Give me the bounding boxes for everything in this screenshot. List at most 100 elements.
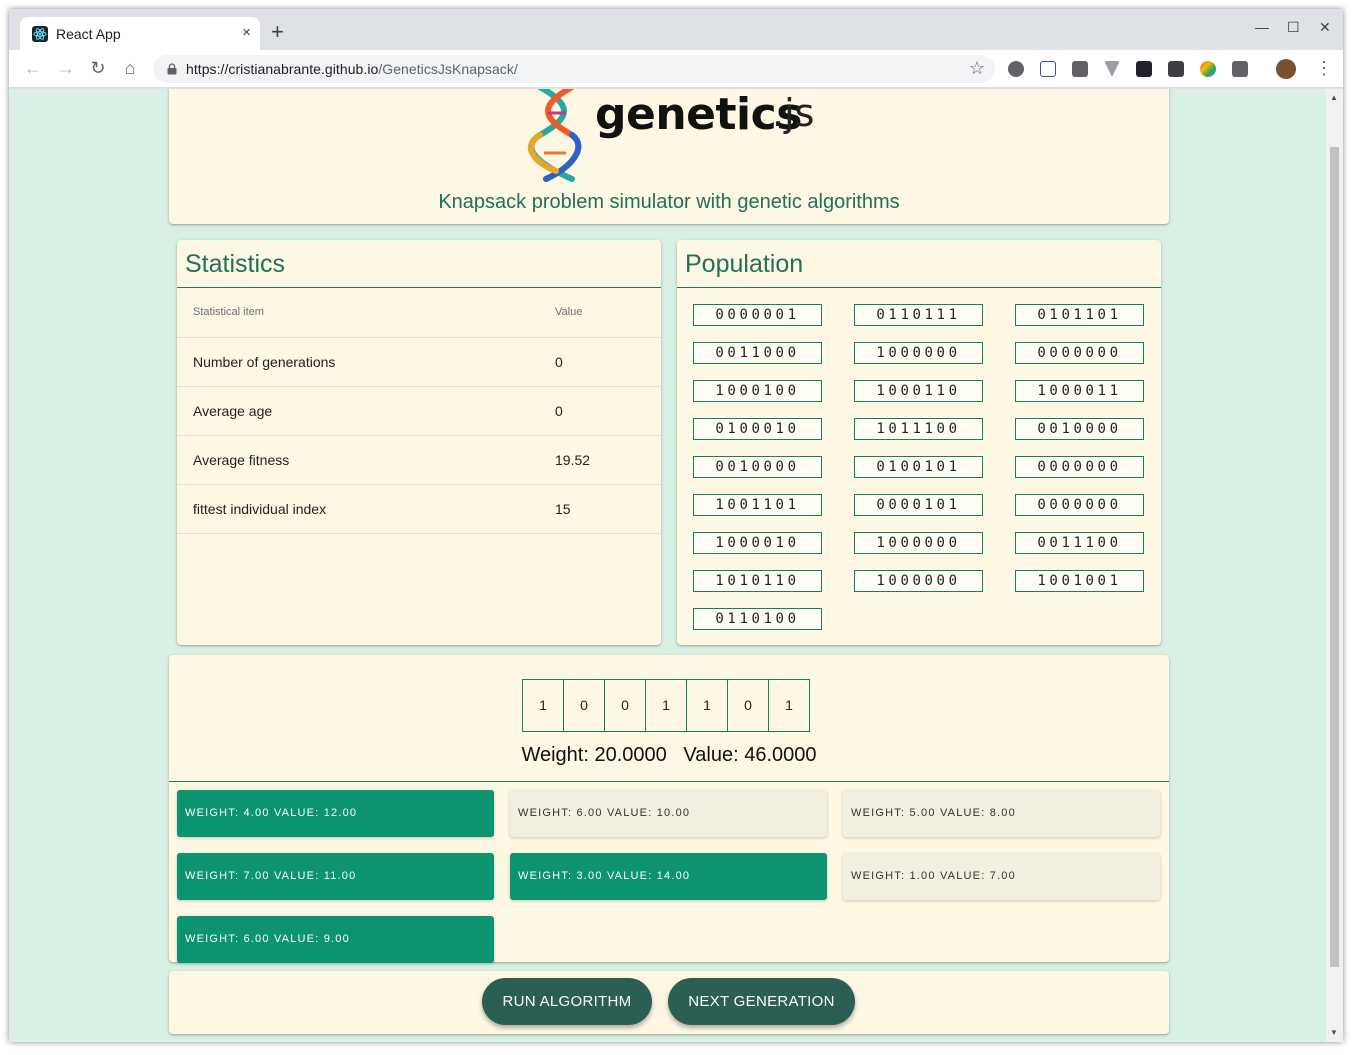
genetics-logo: genetics .js	[526, 89, 826, 183]
chromosome-cell: 1001101	[693, 494, 822, 516]
back-arrow-icon[interactable]: ←	[23, 58, 43, 78]
stat-label: Average age	[193, 403, 273, 419]
logo-js-suffix: .js	[772, 91, 815, 135]
chromosome-cell: 0000001	[693, 304, 822, 326]
extension-icon[interactable]	[1072, 61, 1088, 77]
gene-cell: 1	[522, 679, 564, 732]
stat-value: 15	[555, 501, 571, 517]
page-subtitle: Knapsack problem simulator with genetic …	[438, 191, 900, 213]
divider	[677, 287, 1161, 288]
forward-arrow-icon[interactable]: →	[56, 58, 76, 78]
maximize-button[interactable]: ☐	[1287, 19, 1300, 36]
scroll-up-arrow-icon[interactable]: ▲	[1330, 93, 1338, 102]
chromosome-cell: 1000010	[693, 532, 822, 554]
new-tab-button[interactable]: +	[271, 21, 284, 43]
chromosome-cell: 0011000	[693, 342, 822, 364]
actions-card: RUN ALGORITHM NEXT GENERATION	[169, 971, 1169, 1034]
color-picker-icon[interactable]	[1200, 61, 1216, 77]
knapsack-item[interactable]: Weight: 3.00 Value: 14.00	[510, 853, 827, 900]
gene-cell: 0	[604, 679, 646, 732]
statistics-title: Statistics	[185, 250, 286, 278]
chromosome-cell: 0000000	[1015, 456, 1144, 478]
header-card: genetics .js Knapsack problem simulator …	[169, 89, 1169, 224]
tab-close-icon[interactable]: ×	[242, 24, 251, 42]
reload-icon[interactable]: ↻	[88, 58, 108, 78]
stat-label: Number of generations	[193, 354, 336, 370]
page-viewport: genetics .js Knapsack problem simulator …	[9, 89, 1343, 1042]
chromosome-cell: 1000000	[854, 342, 983, 364]
population-card: Population 0000001 0110111 0101101 00110…	[677, 240, 1161, 645]
stat-value: 0	[555, 354, 563, 370]
scrollbar-thumb[interactable]	[1330, 147, 1339, 967]
address-bar[interactable]: https://cristianabrante.github.io/Geneti…	[153, 55, 995, 83]
best-chromosome: 1 0 0 1 1 0 1	[522, 679, 810, 732]
browser-window: React App × + — ☐ ✕ ← → ↻ ⌂ https://cris…	[9, 9, 1343, 1042]
chromosome-cell: 0000000	[1015, 494, 1144, 516]
knapsack-item[interactable]: Weight: 7.00 Value: 11.00	[177, 853, 494, 900]
home-icon[interactable]: ⌂	[120, 58, 140, 78]
next-generation-button[interactable]: NEXT GENERATION	[668, 978, 855, 1025]
scroll-down-arrow-icon[interactable]: ▼	[1330, 1028, 1338, 1037]
gene-cell: 0	[563, 679, 605, 732]
run-algorithm-button[interactable]: RUN ALGORITHM	[482, 978, 652, 1025]
extension-icon[interactable]	[1040, 61, 1056, 77]
avatar[interactable]	[1276, 59, 1296, 79]
chromosome-cell: 0100101	[854, 456, 983, 478]
column-header-item: Statistical item	[193, 306, 264, 318]
vue-devtools-icon[interactable]	[1104, 61, 1120, 77]
camera-icon[interactable]	[1168, 61, 1184, 77]
bookmark-star-icon[interactable]: ☆	[969, 58, 985, 79]
knapsack-item[interactable]: Weight: 6.00 Value: 9.00	[177, 916, 494, 963]
table-row: fittest individual index 15	[177, 484, 661, 533]
knapsack-item[interactable]: Weight: 1.00 Value: 7.00	[843, 853, 1160, 900]
chromosome-cell: 0110100	[693, 608, 822, 630]
population-title: Population	[685, 250, 804, 278]
chromosome-cell: 1000000	[854, 570, 983, 592]
logo-wordmark: genetics	[595, 89, 802, 140]
chromosome-cell: 1001001	[1015, 570, 1144, 592]
chromosome-cell: 1000110	[854, 380, 983, 402]
gene-cell: 1	[686, 679, 728, 732]
chromosome-cell: 0010000	[693, 456, 822, 478]
browser-tab[interactable]: React App ×	[20, 17, 260, 50]
tab-strip: React App × + — ☐ ✕	[9, 9, 1343, 50]
chromosome-cell: 1000011	[1015, 380, 1144, 402]
knapsack-item[interactable]: Weight: 6.00 Value: 10.00	[510, 790, 827, 837]
chromosome-cell: 1011100	[854, 418, 983, 440]
stat-value: 0	[555, 403, 563, 419]
weight-value-summary: Weight: 20.0000 Value: 46.0000	[521, 744, 817, 766]
best-individual-card: 1 0 0 1 1 0 1 Weight: 20.0000 Value: 46.…	[169, 655, 1169, 963]
gene-cell: 1	[645, 679, 687, 732]
divider	[177, 287, 661, 288]
chromosome-cell: 1010110	[693, 570, 822, 592]
chromosome-cell: 0101101	[1015, 304, 1144, 326]
extension-icon[interactable]	[1232, 61, 1248, 77]
menu-dots-icon[interactable]: ⋮	[1315, 58, 1333, 79]
table-row: Number of generations 0	[177, 337, 661, 386]
lock-icon	[167, 63, 177, 75]
tab-title: React App	[56, 26, 121, 42]
table-row: Average age 0	[177, 386, 661, 435]
knapsack-item[interactable]: Weight: 4.00 Value: 12.00	[177, 790, 494, 837]
minimize-button[interactable]: —	[1255, 19, 1269, 35]
browser-toolbar: ← → ↻ ⌂ https://cristianabrante.github.i…	[9, 50, 1343, 88]
statistics-card: Statistics Statistical item Value Number…	[177, 240, 661, 645]
gene-cell: 0	[727, 679, 769, 732]
chromosome-cell: 0000101	[854, 494, 983, 516]
chromosome-cell: 0011100	[1015, 532, 1144, 554]
gene-cell: 1	[768, 679, 810, 732]
page-scrollbar[interactable]: ▲ ▼	[1326, 89, 1343, 1042]
chromosome-cell: 0110111	[854, 304, 983, 326]
table-row: Average fitness 19.52	[177, 435, 661, 484]
extension-icon[interactable]	[1008, 61, 1024, 77]
chromosome-cell: 0100010	[693, 418, 822, 440]
stat-value: 19.52	[555, 452, 591, 468]
chromosome-cell: 1000000	[854, 532, 983, 554]
divider	[169, 781, 1169, 782]
knapsack-item[interactable]: Weight: 5.00 Value: 8.00	[843, 790, 1160, 837]
stat-label: Average fitness	[193, 452, 290, 468]
react-devtools-icon[interactable]	[1136, 61, 1152, 77]
close-window-button[interactable]: ✕	[1319, 19, 1331, 36]
stat-label: fittest individual index	[193, 501, 327, 517]
dna-helix-icon	[527, 89, 582, 182]
